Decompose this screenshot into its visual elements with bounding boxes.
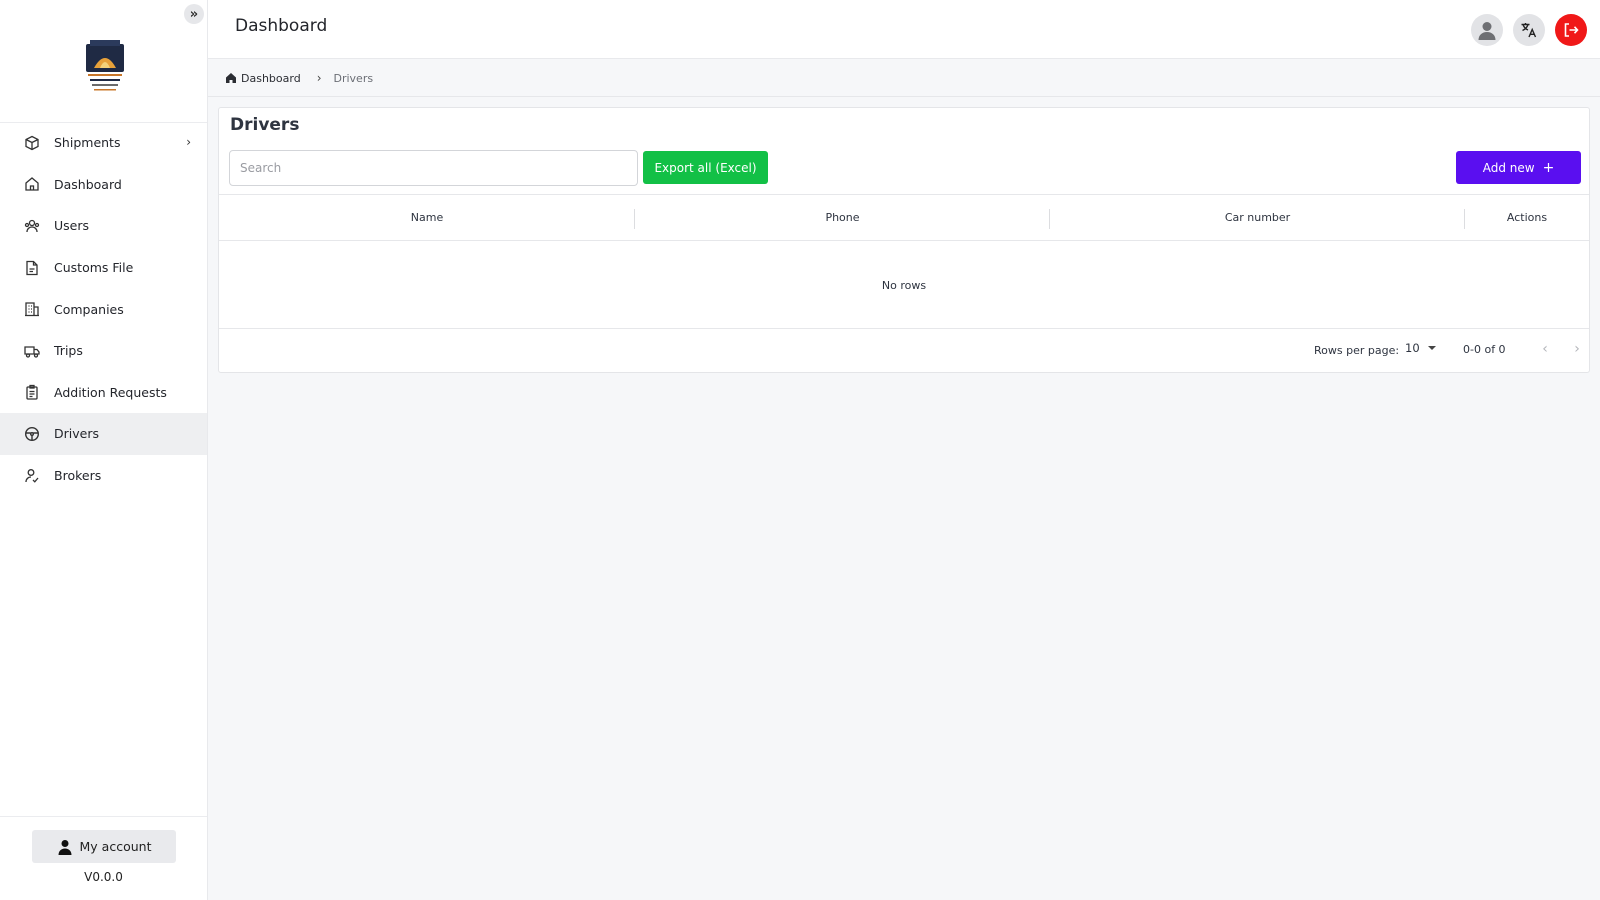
- empty-table-message: No rows: [881, 278, 927, 292]
- steering-wheel-icon: [24, 426, 40, 442]
- company-logo: [78, 38, 132, 98]
- previous-page-icon[interactable]: ‹: [1537, 341, 1553, 357]
- column-header-car-number[interactable]: Car number: [1050, 195, 1465, 240]
- chevron-right-icon: ›: [186, 135, 191, 149]
- column-header-label: Actions: [1506, 211, 1548, 224]
- sidebar-item-trips[interactable]: Trips: [0, 330, 207, 372]
- column-header-label: Name: [410, 211, 444, 224]
- logout-icon[interactable]: [1555, 14, 1587, 46]
- sidebar-item-label: Dashboard: [54, 176, 122, 192]
- sidebar-item-label: Trips: [54, 343, 83, 359]
- home-icon: [24, 176, 40, 192]
- person-icon: [57, 839, 73, 855]
- column-header-phone[interactable]: Phone: [635, 195, 1050, 240]
- chevron-right-icon: ›: [316, 71, 322, 85]
- sidebar-footer-divider: [0, 816, 207, 817]
- sidebar-item-label: Companies: [54, 301, 124, 317]
- app-version: V0.0.0: [84, 870, 123, 884]
- column-header-name[interactable]: Name: [219, 195, 635, 240]
- sidebar-item-drivers[interactable]: Drivers: [0, 413, 207, 455]
- pagination-range: 0-0 of 0: [1463, 343, 1506, 356]
- sidebar-item-label: Brokers: [54, 468, 102, 484]
- sidebar-item-addition-requests[interactable]: Addition Requests: [0, 372, 207, 414]
- sidebar-item-customs-file[interactable]: Customs File: [0, 247, 207, 289]
- sidebar: » Shipments › Dashboard Users Customs Fi…: [0, 0, 208, 900]
- plus-icon: +: [1542, 159, 1555, 176]
- sidebar-item-label: Drivers: [54, 426, 99, 442]
- expand-sidebar-icon[interactable]: »: [184, 4, 204, 24]
- breadcrumb-home-label: Dashboard: [241, 71, 301, 85]
- table-header: Name Phone Car number Actions: [219, 194, 1589, 241]
- caret-down-icon: [1427, 346, 1436, 350]
- sidebar-item-brokers[interactable]: Brokers: [0, 455, 207, 497]
- my-account-button[interactable]: My account: [32, 830, 176, 863]
- export-excel-button[interactable]: Export all (Excel): [643, 151, 768, 184]
- user-avatar-icon[interactable]: [1471, 14, 1503, 46]
- search-input[interactable]: [229, 150, 638, 186]
- column-header-label: Phone: [825, 211, 860, 224]
- rows-per-page-select[interactable]: 10: [1405, 341, 1436, 355]
- sidebar-item-label: Customs File: [54, 260, 134, 276]
- column-header-label: Car number: [1224, 211, 1291, 224]
- truck-icon: [24, 343, 40, 359]
- sidebar-item-dashboard[interactable]: Dashboard: [0, 164, 207, 206]
- file-icon: [24, 260, 40, 276]
- next-page-icon[interactable]: ›: [1569, 341, 1585, 357]
- sidebar-item-shipments[interactable]: Shipments ›: [0, 122, 207, 164]
- rows-per-page-label: Rows per page:: [1314, 344, 1400, 357]
- sidebar-item-label: Users: [54, 218, 90, 234]
- column-header-actions[interactable]: Actions: [1465, 195, 1589, 240]
- my-account-label: My account: [79, 839, 152, 854]
- page-title: Dashboard: [235, 16, 328, 36]
- table-pagination: Rows per page: 10 0-0 of 0 ‹ ›: [219, 328, 1589, 372]
- breadcrumb-home-link[interactable]: Dashboard: [225, 72, 301, 85]
- add-new-button[interactable]: Add new +: [1456, 151, 1581, 184]
- add-new-label: Add new: [1482, 160, 1535, 175]
- sidebar-item-label: Shipments: [54, 135, 121, 151]
- building-icon: [24, 301, 40, 317]
- box-icon: [24, 135, 40, 151]
- rows-per-page-value: 10: [1405, 341, 1420, 355]
- users-icon: [24, 218, 40, 234]
- sidebar-item-label: Addition Requests: [54, 384, 167, 400]
- breadcrumb: Dashboard › Drivers: [208, 60, 1600, 97]
- sidebar-nav: Shipments › Dashboard Users Customs File: [0, 122, 207, 496]
- drivers-card: Drivers Export all (Excel) Add new + Nam…: [218, 107, 1590, 373]
- broker-icon: [24, 468, 40, 484]
- top-bar: Dashboard: [208, 0, 1600, 59]
- clipboard-icon: [24, 384, 40, 401]
- sidebar-item-companies[interactable]: Companies: [0, 288, 207, 330]
- breadcrumb-current: Drivers: [333, 71, 374, 85]
- home-icon: [226, 73, 236, 83]
- section-title: Drivers: [230, 115, 300, 135]
- sidebar-item-users[interactable]: Users: [0, 205, 207, 247]
- translate-icon[interactable]: [1513, 14, 1545, 46]
